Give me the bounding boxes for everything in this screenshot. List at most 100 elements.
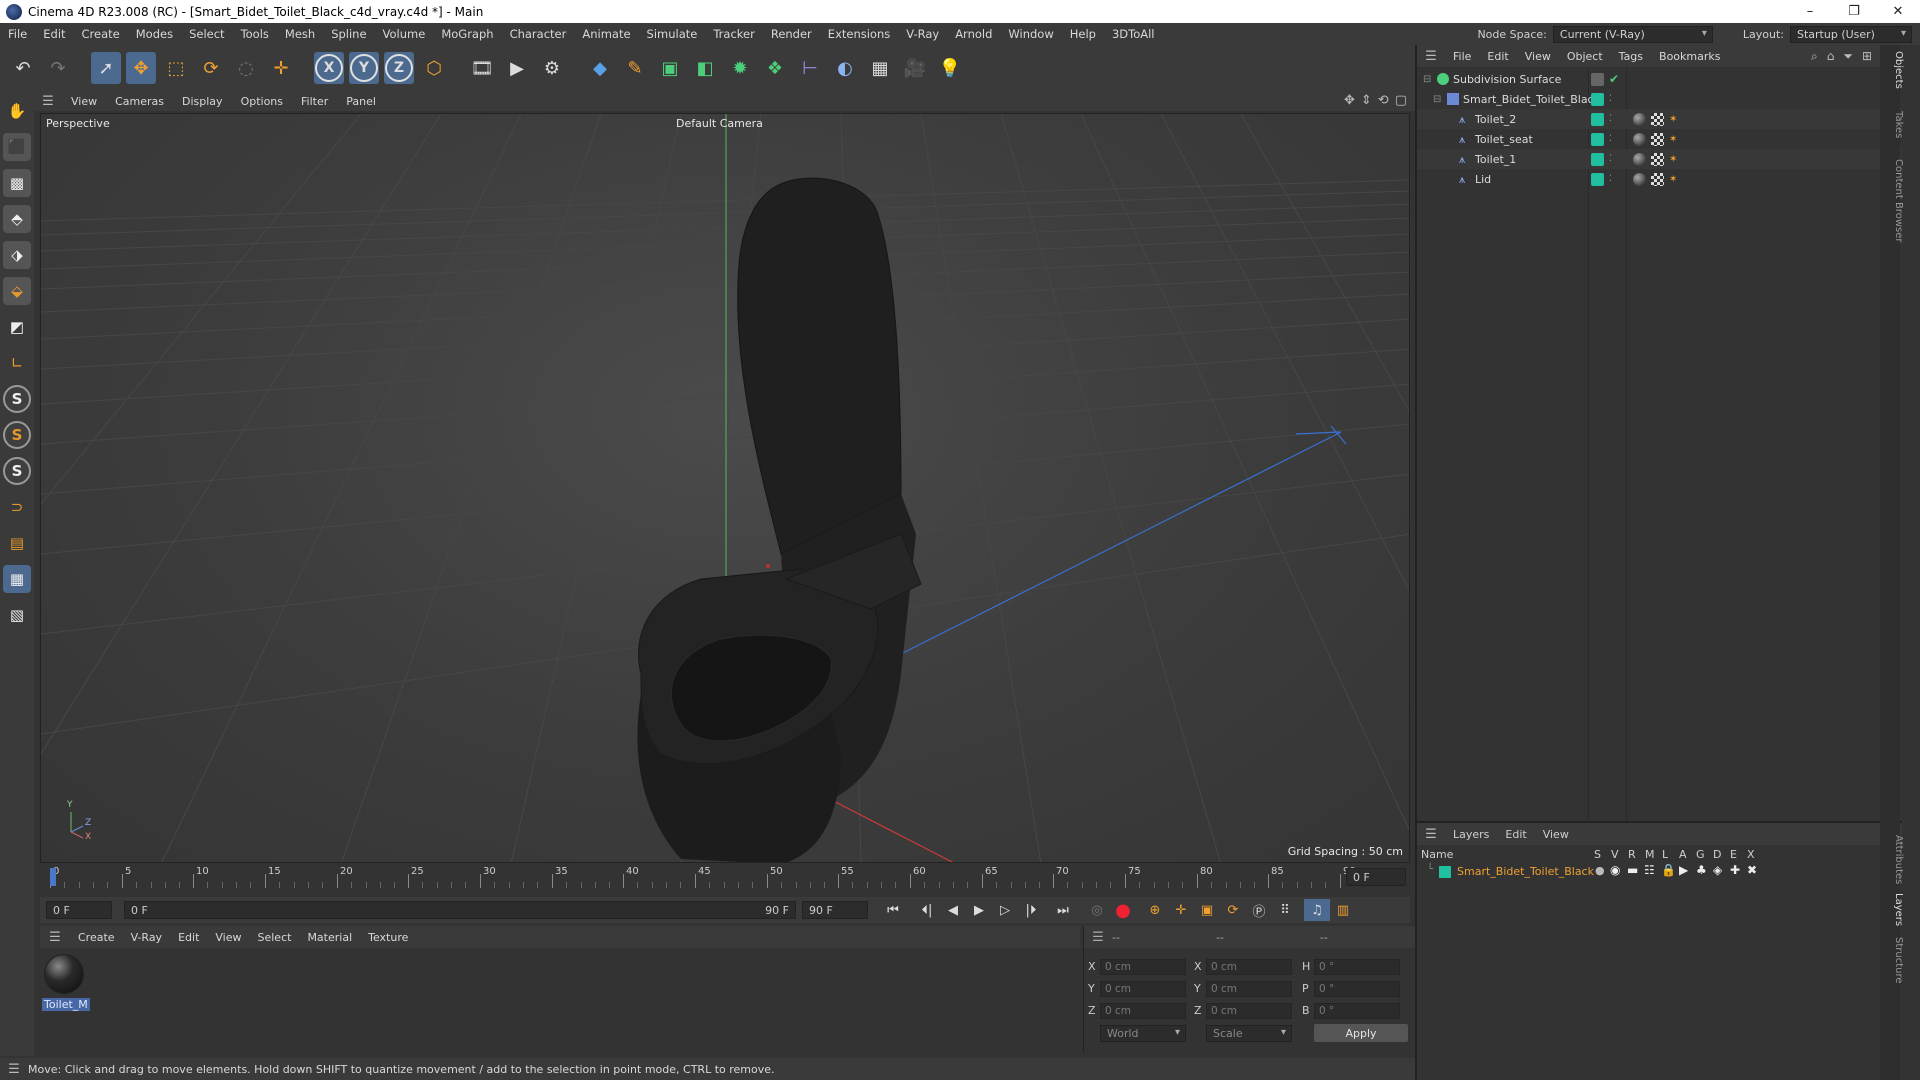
object-row-subdivision[interactable]: ⊟ Subdivision Surface ✔ <box>1417 69 1902 89</box>
layer-generator-icon[interactable]: ♣ <box>1696 863 1707 877</box>
viewport-menu-options[interactable]: Options <box>232 95 292 108</box>
play-icon[interactable]: ▶ <box>966 899 992 921</box>
camera-icon[interactable]: 🎥 <box>900 52 930 84</box>
uvw-tag-icon[interactable] <box>1651 152 1664 166</box>
next-key-icon[interactable]: |⏵ <box>1018 899 1044 921</box>
minimize-button[interactable]: – <box>1788 0 1832 23</box>
pen-spline-icon[interactable]: ✎ <box>620 52 650 84</box>
toilet-model[interactable] <box>637 177 922 863</box>
prev-frame-icon[interactable]: ◀ <box>940 899 966 921</box>
menu-tools[interactable]: Tools <box>233 27 277 41</box>
col-l-header[interactable]: L <box>1662 848 1668 861</box>
layer-color-swatch[interactable] <box>1439 866 1451 878</box>
size-x-field[interactable]: 0 cm <box>1206 959 1292 975</box>
visibility-dots-icon[interactable]: ⁚ <box>1609 134 1612 144</box>
uvw-tag-icon[interactable] <box>1651 132 1664 146</box>
record-icon[interactable]: ● <box>1110 899 1136 921</box>
goto-end-icon[interactable]: ⏭ <box>1050 899 1076 921</box>
layer-expression-icon[interactable]: ✚ <box>1730 863 1740 877</box>
material-menu-edit[interactable]: Edit <box>170 931 207 944</box>
object-row-group[interactable]: ⊟ Smart_Bidet_Toilet_Black ⁚ <box>1417 89 1902 109</box>
object-menu-file[interactable]: File <box>1445 50 1479 63</box>
menu-window[interactable]: Window <box>1000 27 1061 41</box>
maximize-view-icon[interactable]: ▢ <box>1395 93 1407 108</box>
search-icon[interactable]: ⌕ <box>1811 49 1818 64</box>
menu-mesh[interactable]: Mesh <box>277 27 323 41</box>
layers-menu-view[interactable]: View <box>1535 828 1577 841</box>
layer-solo-icon[interactable]: ● <box>1595 864 1605 877</box>
snap-icon[interactable]: S <box>3 385 31 413</box>
menu-select[interactable]: Select <box>181 27 232 41</box>
viewport-menu-icon[interactable]: ☰ <box>34 94 62 109</box>
layers-menu-icon[interactable]: ☰ <box>1417 827 1445 842</box>
render-region-icon[interactable]: 🎞 <box>467 52 497 84</box>
layer-xref-icon[interactable]: ✖ <box>1747 863 1757 877</box>
menu-help[interactable]: Help <box>1062 27 1104 41</box>
coord-space-dropdown[interactable]: World <box>1100 1025 1186 1042</box>
key-scale-icon[interactable]: ▣ <box>1194 899 1220 921</box>
workplane-icon[interactable]: ▤ <box>3 529 31 557</box>
object-row-toilet-seat[interactable]: ⩚ Toilet_seat ⁚ ✶ <box>1417 129 1902 149</box>
object-menu-icon[interactable]: ☰ <box>1417 49 1445 64</box>
floor-icon[interactable]: ▦ <box>865 52 895 84</box>
menu-modes[interactable]: Modes <box>128 27 181 41</box>
redo-icon[interactable]: ↷ <box>43 52 73 84</box>
rotation-p-field[interactable]: 0 ° <box>1314 981 1400 997</box>
coord-system-icon[interactable]: ⬡ <box>419 52 449 84</box>
coord-menu-icon[interactable]: ☰ <box>1084 930 1112 945</box>
menu-simulate[interactable]: Simulate <box>639 27 706 41</box>
cube-icon[interactable]: ◆ <box>585 52 615 84</box>
col-m-header[interactable]: M <box>1645 848 1655 861</box>
timeline-ruler[interactable]: 051015202530354045505560657075808590 0 F <box>40 866 1410 888</box>
grid-icon[interactable]: ▦ <box>3 565 31 593</box>
subdivision-icon[interactable]: ▣ <box>655 52 685 84</box>
viewport[interactable]: Perspective Default Camera Grid Spacing … <box>40 113 1410 863</box>
key-move-icon[interactable]: ✛ <box>1168 899 1194 921</box>
transform-icon[interactable]: ✛ <box>266 52 296 84</box>
object-menu-tags[interactable]: Tags <box>1611 50 1651 63</box>
frame-range-slider[interactable]: 0 F 90 F <box>124 901 796 919</box>
coord-mode-dropdown[interactable]: Scale <box>1206 1025 1292 1042</box>
layer-visible-icon[interactable]: ◉ <box>1610 863 1620 877</box>
next-frame-icon[interactable]: ▷ <box>992 899 1018 921</box>
snap-settings-icon[interactable]: S <box>3 421 31 449</box>
menu-volume[interactable]: Volume <box>375 27 434 41</box>
extrude-icon[interactable]: ◧ <box>690 52 720 84</box>
start-frame-field[interactable]: 0 F <box>46 901 112 919</box>
magnet-icon[interactable]: ⊃ <box>3 493 31 521</box>
rotate-view-icon[interactable]: ⟲ <box>1378 93 1389 108</box>
render-view-icon[interactable]: ▶ <box>502 52 532 84</box>
position-x-field[interactable]: 0 cm <box>1100 959 1186 975</box>
x-axis-icon[interactable]: X <box>314 52 344 84</box>
new-window-icon[interactable]: ⊞ <box>1862 49 1872 64</box>
layer-color-icon[interactable] <box>1591 132 1604 146</box>
layer-row[interactable]: └ Smart_Bidet_Toilet_Black ● ◉ ▬ ☷ 🔒 ▶ ♣… <box>1417 863 1902 881</box>
end-frame-field[interactable]: 90 F <box>802 901 868 919</box>
status-menu-icon[interactable]: ☰ <box>0 1062 28 1077</box>
phong-tag-icon[interactable]: ✶ <box>1669 134 1677 145</box>
deformer-icon[interactable]: ❖ <box>760 52 790 84</box>
menu-arnold[interactable]: Arnold <box>947 27 1000 41</box>
layer-deformer-icon[interactable]: ◈ <box>1713 863 1722 877</box>
material-menu-view[interactable]: View <box>207 931 249 944</box>
move-icon[interactable]: ✥ <box>126 52 156 84</box>
viewport-menu-filter[interactable]: Filter <box>292 95 337 108</box>
field-icon[interactable]: ◐ <box>830 52 860 84</box>
layer-color-icon[interactable] <box>1591 92 1604 106</box>
key-selection-icon[interactable]: ⊕ <box>1142 899 1168 921</box>
material-tag-icon[interactable] <box>1633 152 1646 166</box>
visibility-dots-icon[interactable]: ⁚ <box>1609 114 1612 124</box>
layer-color-icon[interactable] <box>1591 152 1604 166</box>
object-menu-object[interactable]: Object <box>1559 50 1611 63</box>
menu-file[interactable]: File <box>0 27 35 41</box>
viewport-menu-panel[interactable]: Panel <box>337 95 385 108</box>
key-pla-icon[interactable]: ⠿ <box>1272 899 1298 921</box>
viewport-menu-view[interactable]: View <box>62 95 106 108</box>
apply-button[interactable]: Apply <box>1314 1024 1408 1042</box>
menu-extensions[interactable]: Extensions <box>820 27 898 41</box>
layout-dropdown[interactable]: Startup (User) <box>1790 25 1912 43</box>
uvw-tag-icon[interactable] <box>1651 172 1664 186</box>
side-tab-attributes[interactable]: Attributes <box>1884 835 1904 884</box>
layer-animation-icon[interactable]: ▶ <box>1679 863 1688 877</box>
menu-character[interactable]: Character <box>502 27 575 41</box>
